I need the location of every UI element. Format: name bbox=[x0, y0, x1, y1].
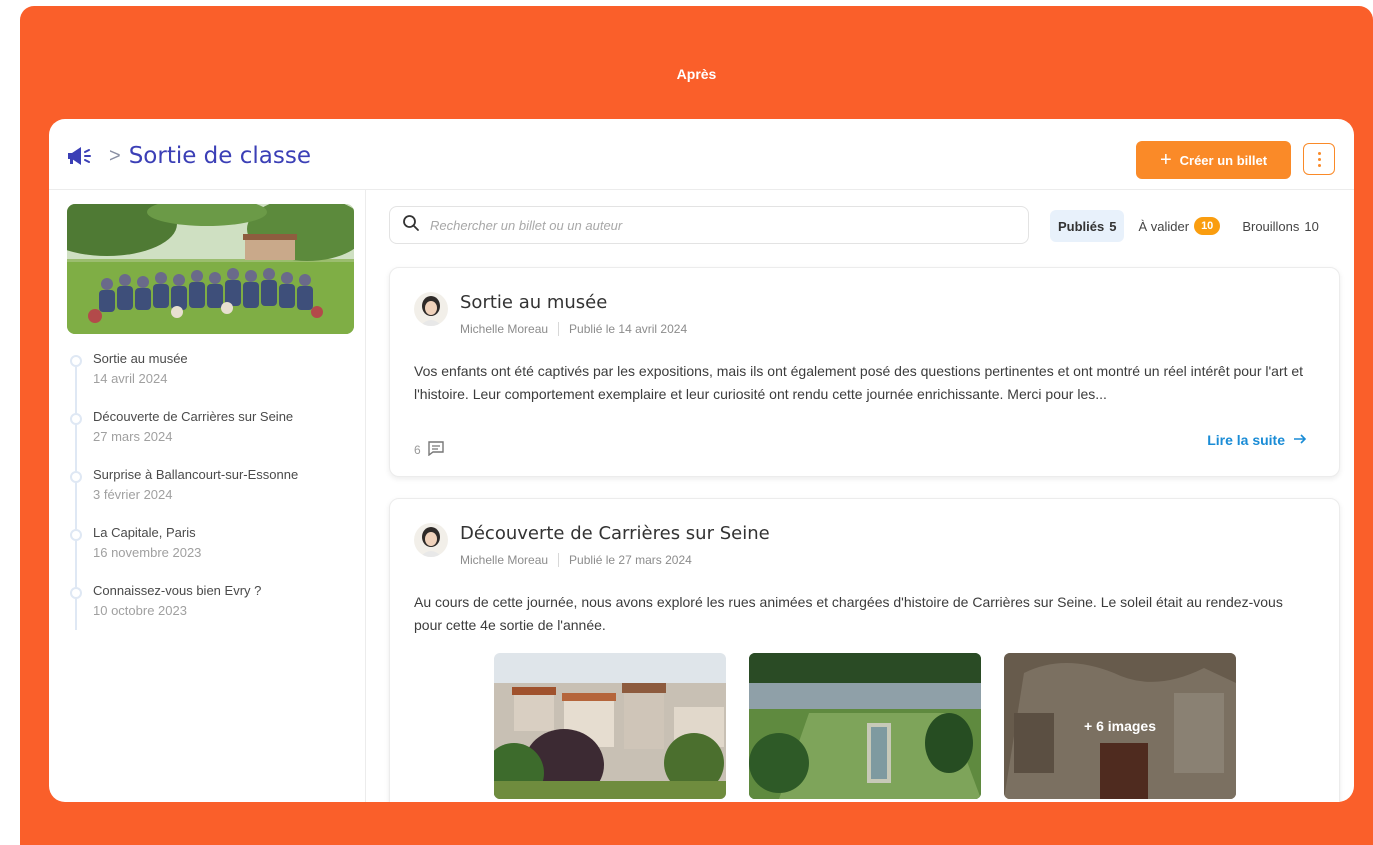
timeline-item[interactable]: Découverte de Carrières sur Seine 27 mar… bbox=[67, 408, 357, 466]
gallery-image[interactable] bbox=[749, 653, 981, 799]
gallery-image[interactable] bbox=[494, 653, 726, 799]
post-excerpt: Au cours de cette journée, nous avons ex… bbox=[414, 594, 1283, 633]
breadcrumb-separator: > bbox=[109, 145, 121, 167]
filter-drafts[interactable]: Brouillons 10 bbox=[1234, 210, 1327, 242]
timeline-item-title: La Capitale, Paris bbox=[93, 525, 196, 540]
post-meta: Michelle Moreau Publié le 14 avril 2024 bbox=[460, 322, 687, 336]
to-validate-badge: 10 bbox=[1194, 217, 1221, 235]
timeline-item-title: Sortie au musée bbox=[93, 351, 188, 366]
status-filters: Publiés 5 À valider 10 Brouillons 10 bbox=[1050, 210, 1333, 242]
timeline-dot bbox=[70, 355, 82, 367]
filter-published-count: 5 bbox=[1109, 218, 1117, 234]
main-content: Publiés 5 À valider 10 Brouillons 10 S bbox=[365, 190, 1354, 802]
timeline-item-date: 27 mars 2024 bbox=[93, 429, 173, 444]
timeline-item[interactable]: Connaissez-vous bien Evry ? 10 octobre 2… bbox=[67, 582, 357, 640]
meta-divider bbox=[558, 322, 560, 336]
filter-published[interactable]: Publiés 5 bbox=[1050, 210, 1125, 242]
comments-count[interactable]: 6 bbox=[414, 440, 445, 459]
timeline-item[interactable]: La Capitale, Paris 16 novembre 2023 bbox=[67, 524, 357, 582]
timeline-item-title: Découverte de Carrières sur Seine bbox=[93, 409, 294, 424]
timeline-dot bbox=[70, 587, 82, 599]
timeline-dot bbox=[70, 413, 82, 425]
meta-divider bbox=[558, 553, 560, 567]
read-more-label: Lire la suite bbox=[1207, 432, 1285, 448]
post-card[interactable]: Découverte de Carrières sur Seine Michel… bbox=[389, 498, 1340, 802]
create-post-label: Créer un billet bbox=[1179, 152, 1268, 168]
filter-published-label: Publiés bbox=[1058, 218, 1105, 234]
post-title[interactable]: Sortie au musée bbox=[460, 292, 607, 313]
more-images-overlay[interactable]: + 6 images bbox=[1004, 653, 1236, 799]
app-card: > Sortie de classe + Créer un billet Sor… bbox=[49, 119, 1354, 802]
search-icon bbox=[402, 214, 420, 237]
read-more-link[interactable]: Lire la suite bbox=[1207, 432, 1307, 448]
timeline-dot bbox=[70, 471, 82, 483]
post-date: Publié le 27 mars 2024 bbox=[569, 553, 692, 567]
timeline-item-date: 14 avril 2024 bbox=[93, 371, 168, 386]
frame-title: Après bbox=[676, 66, 717, 82]
plus-icon: + bbox=[1159, 149, 1172, 171]
comments-number: 6 bbox=[414, 442, 421, 457]
filter-to-validate-label: À valider bbox=[1138, 218, 1190, 234]
post-author: Michelle Moreau bbox=[460, 553, 549, 567]
comment-icon bbox=[427, 440, 445, 459]
page-title: Sortie de classe bbox=[128, 143, 311, 169]
post-card[interactable]: Sortie au musée Michelle Moreau Publié l… bbox=[389, 267, 1340, 477]
search-input[interactable] bbox=[428, 216, 992, 234]
timeline-item-date: 16 novembre 2023 bbox=[93, 545, 202, 560]
arrow-right-icon bbox=[1293, 432, 1307, 448]
filter-drafts-count: 10 bbox=[1304, 218, 1319, 234]
timeline-item-date: 10 octobre 2023 bbox=[93, 603, 187, 618]
timeline-item-title: Connaissez-vous bien Evry ? bbox=[93, 583, 262, 598]
timeline-dot bbox=[70, 529, 82, 541]
filter-drafts-label: Brouillons bbox=[1242, 218, 1300, 234]
post-gallery: + 6 images bbox=[494, 653, 1236, 799]
post-excerpt: Vos enfants ont été captivés par les exp… bbox=[414, 363, 1304, 402]
gallery-image[interactable]: + 6 images bbox=[1004, 653, 1236, 799]
kebab-menu-icon bbox=[1317, 151, 1321, 155]
post-author: Michelle Moreau bbox=[460, 322, 549, 336]
megaphone-icon bbox=[65, 145, 103, 167]
header: > Sortie de classe + Créer un billet bbox=[49, 119, 1354, 190]
post-title[interactable]: Découverte de Carrières sur Seine bbox=[460, 523, 770, 544]
avatar bbox=[414, 523, 448, 557]
avatar bbox=[414, 292, 448, 326]
sidebar: Sortie au musée 14 avril 2024 Découverte… bbox=[49, 190, 366, 802]
timeline-item[interactable]: Surprise à Ballancourt-sur-Essonne 3 fév… bbox=[67, 466, 357, 524]
timeline-item-title: Surprise à Ballancourt-sur-Essonne bbox=[93, 467, 299, 482]
more-options-button[interactable] bbox=[1303, 143, 1335, 175]
filter-to-validate[interactable]: À valider 10 bbox=[1130, 210, 1228, 242]
timeline-item[interactable]: Sortie au musée 14 avril 2024 bbox=[67, 350, 357, 408]
post-date: Publié le 14 avril 2024 bbox=[569, 322, 688, 336]
create-post-button[interactable]: + Créer un billet bbox=[1136, 141, 1291, 179]
search-bar[interactable] bbox=[389, 206, 1029, 244]
breadcrumb: > Sortie de classe bbox=[65, 143, 311, 169]
timeline-item-date: 3 février 2024 bbox=[93, 487, 173, 502]
post-timeline: Sortie au musée 14 avril 2024 Découverte… bbox=[67, 350, 357, 640]
post-meta: Michelle Moreau Publié le 27 mars 2024 bbox=[460, 553, 692, 567]
cover-photo bbox=[67, 204, 354, 334]
